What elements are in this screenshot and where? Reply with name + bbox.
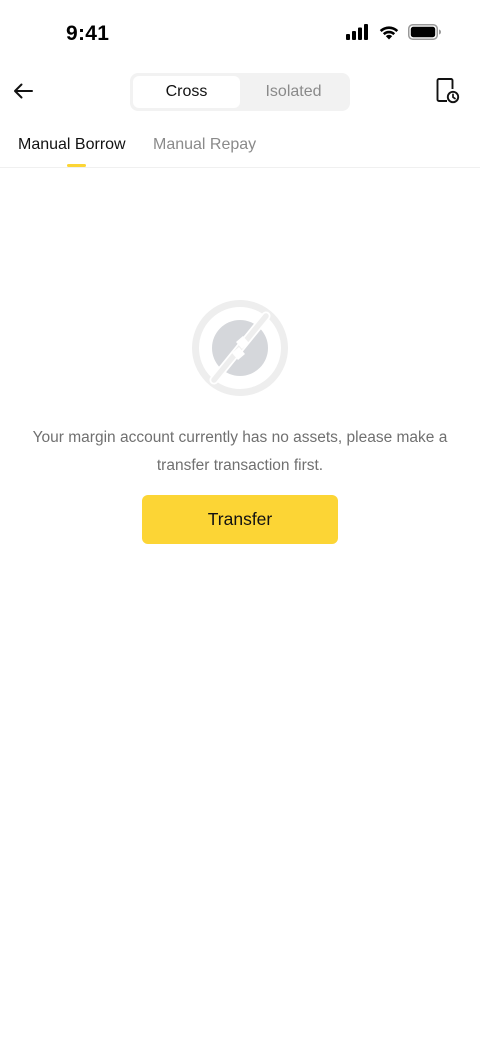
segment-isolated[interactable]: Isolated [240, 76, 347, 108]
transfer-button[interactable]: Transfer [142, 495, 338, 544]
status-time: 9:41 [66, 22, 110, 45]
history-button[interactable] [434, 77, 462, 109]
status-icons [346, 24, 442, 45]
header: Cross Isolated [0, 70, 480, 116]
margin-mode-switch: Cross Isolated [130, 73, 350, 111]
sub-tabs: Manual Borrow Manual Repay [0, 126, 480, 168]
back-arrow-icon [12, 82, 34, 105]
wifi-icon [378, 24, 400, 45]
back-button[interactable] [8, 78, 38, 108]
tab-manual-borrow[interactable]: Manual Borrow [18, 136, 126, 154]
status-bar: 9:41 [0, 0, 480, 70]
segment-cross[interactable]: Cross [133, 76, 240, 108]
active-tab-indicator [67, 164, 86, 167]
document-history-icon [436, 77, 460, 109]
no-assets-icon [190, 298, 290, 398]
battery-icon [408, 24, 442, 45]
tab-manual-repay[interactable]: Manual Repay [153, 136, 256, 154]
cellular-signal-icon [346, 24, 370, 45]
empty-state-message: Your margin account currently has no ass… [32, 429, 448, 474]
